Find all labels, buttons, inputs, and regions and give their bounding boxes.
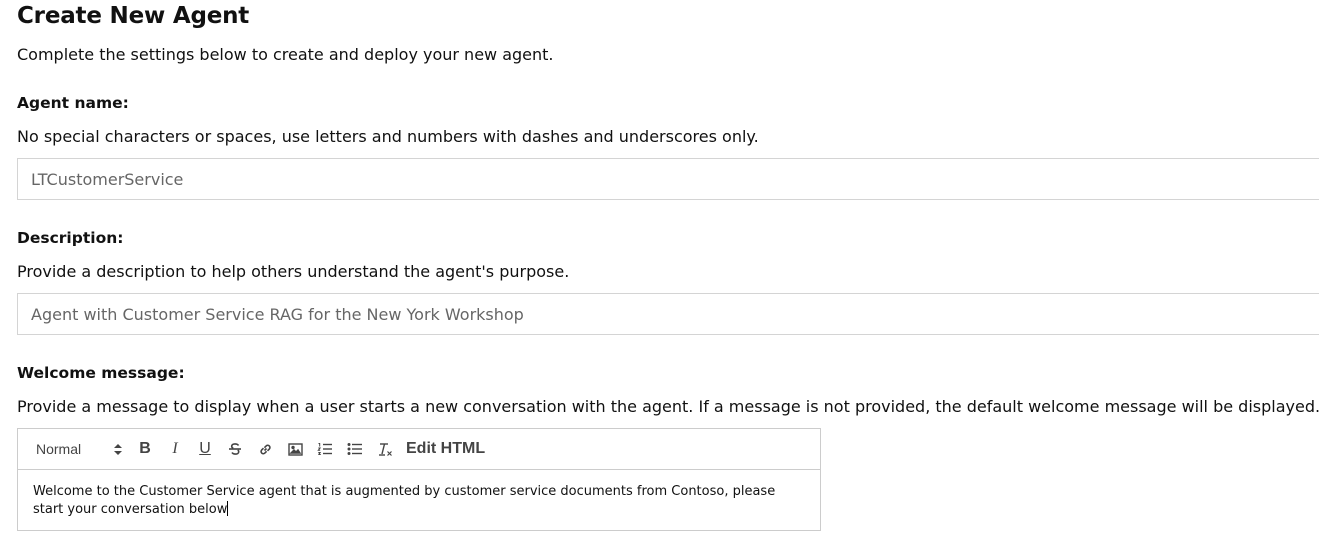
bullet-list-icon [347,443,362,455]
welcome-message-label: Welcome message: [17,364,185,382]
underline-button[interactable]: U [190,437,220,461]
agent-name-label: Agent name: [17,94,129,112]
page-title: Create New Agent [17,3,250,29]
agent-name-help: No special characters or spaces, use let… [17,127,759,146]
italic-button[interactable]: I [160,437,190,461]
strikethrough-button[interactable] [220,437,250,461]
clear-format-button[interactable] [370,437,400,461]
welcome-message-text: Welcome to the Customer Service agent th… [33,484,776,517]
select-arrows-icon [114,443,122,455]
image-icon [287,442,303,456]
format-select-value: Normal [36,441,82,457]
page-subtitle: Complete the settings below to create an… [17,45,554,64]
edit-html-button[interactable]: Edit HTML [406,440,485,458]
image-button[interactable] [280,437,310,461]
link-icon [259,444,271,454]
text-caret [227,501,229,516]
welcome-message-help: Provide a message to display when a user… [17,397,1319,416]
welcome-message-editor: Normal B I U Edit HTML Welcome to the Cu… [17,428,821,531]
description-label: Description: [17,229,124,247]
description-input[interactable] [17,293,1319,335]
agent-name-input[interactable] [17,158,1319,200]
clear-format-icon [379,443,392,456]
strikethrough-icon [229,443,241,455]
welcome-message-content[interactable]: Welcome to the Customer Service agent th… [18,470,820,532]
editor-toolbar: Normal B I U Edit HTML [18,429,820,470]
description-help: Provide a description to help others und… [17,262,570,281]
bullet-list-button[interactable] [340,437,370,461]
link-button[interactable] [250,437,280,461]
bold-button[interactable]: B [130,437,160,461]
ordered-list-icon [317,443,332,455]
ordered-list-button[interactable] [310,437,340,461]
format-select[interactable]: Normal [36,441,122,457]
